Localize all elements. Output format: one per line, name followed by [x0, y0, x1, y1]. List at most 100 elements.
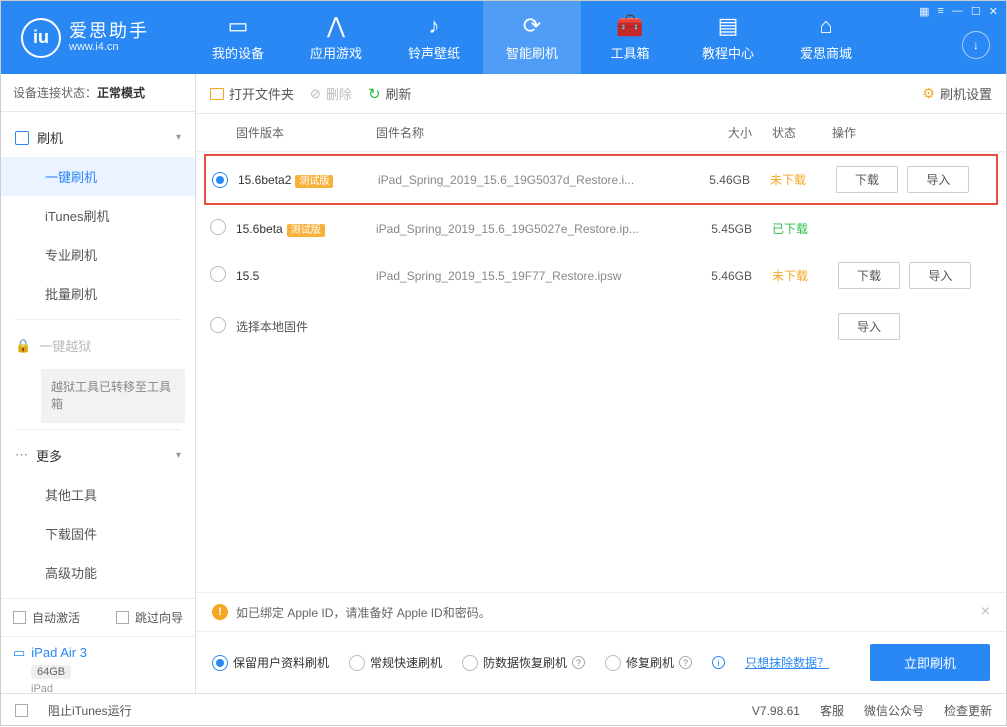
option-radio[interactable]	[212, 655, 228, 671]
flash-group-icon	[15, 131, 29, 145]
firmware-row[interactable]: 15.6beta2测试版 iPad_Spring_2019_15.6_19G50…	[204, 154, 998, 205]
col-name: 固件名称	[376, 124, 672, 141]
device-name[interactable]: ▭ iPad Air 3	[13, 645, 183, 661]
device-icon: ▭	[228, 13, 249, 39]
win-min-icon[interactable]: —	[952, 5, 963, 18]
flash-options: 保留用户资料刷机 常规快速刷机 防数据恢复刷机? 修复刷机? i 只想抹除数据？…	[196, 631, 1006, 693]
sidebar-item-itunes[interactable]: iTunes刷机	[1, 196, 195, 235]
sidebar-group-more[interactable]: ⋯ 更多 ▾	[1, 436, 195, 475]
option-repair[interactable]: 修复刷机?	[605, 654, 692, 671]
firmware-status: 未下载	[750, 171, 830, 188]
import-button[interactable]: 导入	[909, 262, 971, 289]
sidebar-item-oneclick[interactable]: 一键刷机	[1, 157, 195, 196]
check-update-link[interactable]: 检查更新	[944, 702, 992, 719]
apps-icon: ⋀	[327, 13, 345, 39]
option-keep-data[interactable]: 保留用户资料刷机	[212, 654, 329, 671]
beta-badge: 测试版	[287, 224, 325, 237]
auto-activate-checkbox[interactable]	[13, 611, 26, 624]
lock-icon: 🔒	[15, 338, 31, 354]
firmware-row[interactable]: 15.6beta测试版 iPad_Spring_2019_15.6_19G502…	[196, 207, 1006, 250]
nav-flash[interactable]: ⟳智能刷机	[483, 1, 581, 74]
win-close-icon[interactable]: ✕	[989, 5, 998, 18]
nav-store[interactable]: ⌂爱思商城	[777, 1, 875, 74]
sidebar: 设备连接状态：正常模式 刷机 ▾ 一键刷机 iTunes刷机 专业刷机 批量刷机…	[1, 74, 196, 693]
appleid-notice: ! 如已绑定 Apple ID，请准备好 Apple ID和密码。 ×	[196, 592, 1006, 631]
app-title: 爱思助手	[69, 22, 149, 42]
music-icon: ♪	[429, 13, 440, 39]
beta-badge: 测试版	[295, 175, 333, 188]
auto-activate-label: 自动激活	[32, 609, 80, 626]
download-button[interactable]: 下载	[836, 166, 898, 193]
erase-data-link[interactable]: 只想抹除数据？	[745, 654, 829, 671]
nav-my-device[interactable]: ▭我的设备	[189, 1, 287, 74]
option-normal[interactable]: 常规快速刷机	[349, 654, 442, 671]
app-header: iu 爱思助手 www.i4.cn ▭我的设备 ⋀应用游戏 ♪铃声壁纸 ⟳智能刷…	[1, 1, 1006, 74]
import-button[interactable]: 导入	[838, 313, 900, 340]
chevron-down-icon: ▾	[176, 132, 181, 143]
info-icon[interactable]: ?	[679, 656, 692, 669]
sidebar-group-jailbreak: 🔒 一键越狱	[1, 326, 195, 365]
flash-settings-button[interactable]: ⚙刷机设置	[922, 84, 992, 103]
customer-service-link[interactable]: 客服	[820, 702, 844, 719]
firmware-size: 5.45GB	[672, 222, 752, 236]
sidebar-group-flash[interactable]: 刷机 ▾	[1, 118, 195, 157]
block-itunes-checkbox[interactable]	[15, 704, 28, 717]
sidebar-item-other[interactable]: 其他工具	[1, 475, 195, 514]
option-radio[interactable]	[349, 655, 365, 671]
column-headers: 固件版本 固件名称 大小 状态 操作	[196, 114, 1006, 152]
firmware-status: 已下载	[752, 220, 832, 237]
refresh-button[interactable]: ↻刷新	[368, 84, 412, 103]
nav-toolbox[interactable]: 🧰工具箱	[581, 1, 679, 74]
firmware-name: iPad_Spring_2019_15.5_19F77_Restore.ipsw	[376, 269, 672, 283]
firmware-size: 5.46GB	[670, 173, 750, 187]
sidebar-item-download[interactable]: 下载固件	[1, 514, 195, 553]
window-controls: ▦ ≡ — ☐ ✕	[919, 5, 998, 18]
row-radio[interactable]	[210, 266, 226, 282]
start-flash-button[interactable]: 立即刷机	[870, 644, 990, 681]
import-button[interactable]: 导入	[907, 166, 969, 193]
win-max-icon[interactable]: ☐	[971, 5, 981, 18]
delete-icon: ⊘	[310, 86, 321, 102]
sidebar-item-advanced[interactable]: 高级功能	[1, 553, 195, 592]
skip-guide-label: 跳过向导	[135, 609, 183, 626]
nav-apps[interactable]: ⋀应用游戏	[287, 1, 385, 74]
tablet-icon: ▭	[13, 645, 25, 661]
book-icon: ▤	[718, 13, 739, 39]
wechat-link[interactable]: 微信公众号	[864, 702, 924, 719]
info-icon[interactable]: ?	[572, 656, 585, 669]
main-panel: 打开文件夹 ⊘删除 ↻刷新 ⚙刷机设置 固件版本 固件名称 大小 状态 操作 1…	[196, 74, 1006, 693]
row-radio[interactable]	[210, 219, 226, 235]
device-capacity: 64GB	[31, 665, 71, 679]
local-firmware-row[interactable]: 选择本地固件 导入	[196, 301, 1006, 352]
open-folder-button[interactable]: 打开文件夹	[210, 84, 294, 103]
download-circle-icon[interactable]: ↓	[962, 31, 990, 59]
col-size: 大小	[672, 124, 752, 141]
row-radio[interactable]	[212, 172, 228, 188]
nav-ringtone[interactable]: ♪铃声壁纸	[385, 1, 483, 74]
col-ops: 操作	[832, 124, 992, 141]
store-icon: ⌂	[819, 13, 832, 39]
option-radio[interactable]	[605, 655, 621, 671]
skip-guide-checkbox[interactable]	[116, 611, 129, 624]
sidebar-item-batch[interactable]: 批量刷机	[1, 274, 195, 313]
row-radio[interactable]	[210, 317, 226, 333]
warning-icon: !	[212, 604, 228, 620]
win-grid-icon[interactable]: ▦	[919, 5, 929, 18]
download-button[interactable]: 下载	[838, 262, 900, 289]
top-nav: ▭我的设备 ⋀应用游戏 ♪铃声壁纸 ⟳智能刷机 🧰工具箱 ▤教程中心 ⌂爱思商城	[189, 1, 875, 74]
option-antirecover[interactable]: 防数据恢复刷机?	[462, 654, 585, 671]
nav-tutorial[interactable]: ▤教程中心	[679, 1, 777, 74]
win-menu-icon[interactable]: ≡	[937, 5, 943, 18]
col-status: 状态	[752, 124, 832, 141]
toolbox-icon: 🧰	[616, 13, 643, 39]
info-icon[interactable]: i	[712, 656, 725, 669]
close-icon[interactable]: ×	[981, 603, 990, 621]
firmware-name: iPad_Spring_2019_15.6_19G5027e_Restore.i…	[376, 222, 672, 236]
firmware-row[interactable]: 15.5 iPad_Spring_2019_15.5_19F77_Restore…	[196, 250, 1006, 301]
connection-status: 设备连接状态：正常模式	[1, 74, 195, 112]
firmware-status: 未下载	[752, 267, 832, 284]
sidebar-item-pro[interactable]: 专业刷机	[1, 235, 195, 274]
flash-icon: ⟳	[523, 13, 541, 39]
option-radio[interactable]	[462, 655, 478, 671]
gear-icon: ⚙	[922, 85, 935, 102]
